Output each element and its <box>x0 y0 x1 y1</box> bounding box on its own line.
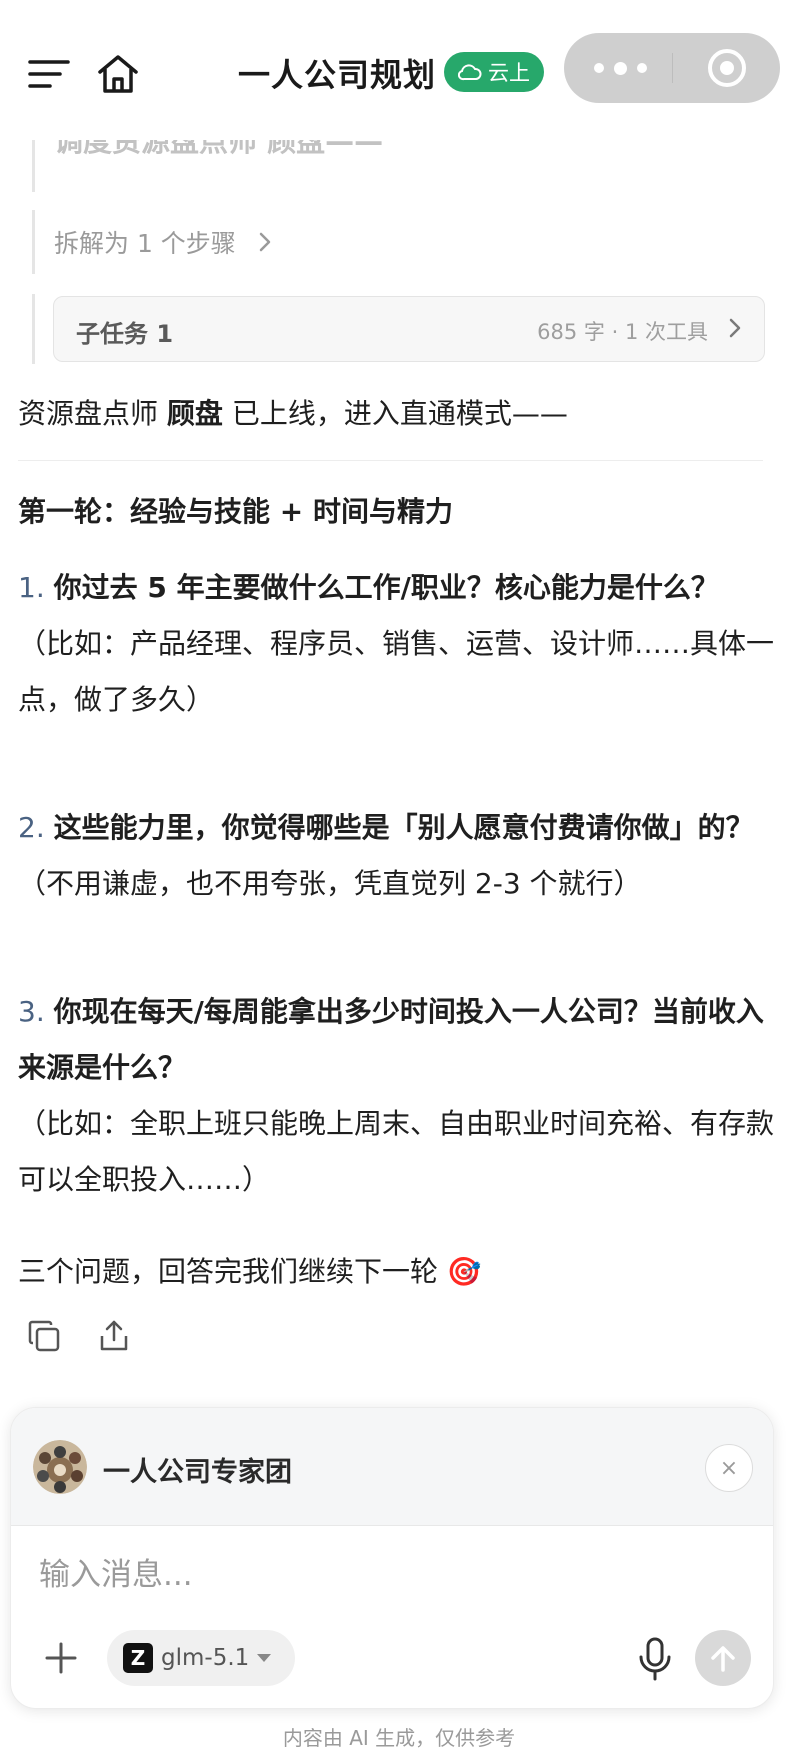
question-item: 1. 你过去 5 年主要做什么工作/职业？核心能力是什么？ （比如：产品经理、程… <box>18 560 778 728</box>
agent-name: 一人公司专家团 <box>103 1457 292 1488</box>
more-options-button[interactable] <box>594 55 660 81</box>
message-actions <box>26 1318 132 1354</box>
copy-icon[interactable] <box>26 1318 62 1354</box>
capsule-divider <box>672 53 673 83</box>
thread-line <box>32 294 35 364</box>
agent-avatar <box>33 1440 87 1494</box>
model-selector[interactable]: Z glm-5.1 <box>107 1630 295 1686</box>
question-item: 3. 你现在每天/每周能拿出多少时间投入一人公司？当前收入来源是什么？ （比如：… <box>18 984 778 1208</box>
chevron-down-icon <box>257 1654 272 1662</box>
question-title: 这些能力里，你觉得哪些是「别人愿意付费请你做」的？ <box>53 811 754 844</box>
thread-line <box>32 210 35 274</box>
model-name: glm-5.1 <box>161 1645 250 1671</box>
question-number: 3. <box>18 995 45 1028</box>
model-logo-icon: Z <box>123 1643 153 1673</box>
cloud-badge-label: 云上 <box>488 61 530 85</box>
steps-toggle[interactable]: 拆解为 1 个步骤 <box>54 224 272 260</box>
question-number: 1. <box>18 571 45 604</box>
intro-suffix: 已上线，进入直通模式—— <box>222 397 568 430</box>
cloud-status-badge: 云上 <box>444 52 544 92</box>
question-title: 你过去 5 年主要做什么工作/职业？核心能力是什么？ <box>53 571 719 604</box>
close-button[interactable]: × <box>705 1444 753 1492</box>
chevron-right-icon <box>729 318 741 338</box>
subtask-meta: 685 字 · 1 次工具 <box>537 320 708 344</box>
add-attachment-icon[interactable] <box>39 1636 83 1680</box>
microphone-icon[interactable] <box>635 1635 675 1683</box>
page-title: 一人公司规划 <box>238 56 437 94</box>
question-item: 2. 这些能力里，你觉得哪些是「别人愿意付费请你做」的？ （不用谦虚，也不用夸张… <box>18 800 778 912</box>
question-hint: （比如：产品经理、程序员、销售、运营、设计师……具体一点，做了多久） <box>18 627 775 716</box>
message-composer: 一人公司专家团 × Z glm-5.1 <box>10 1407 774 1709</box>
intro-prefix: 资源盘点师 <box>18 397 167 430</box>
intro-line: 资源盘点师 顾盘 已上线，进入直通模式—— <box>18 392 778 432</box>
close-icon: × <box>719 1455 739 1481</box>
question-hint: （比如：全职上班只能晚上周末、自由职业时间充裕、有存款可以全职投入……） <box>18 1107 775 1196</box>
agent-name-inline: 顾盘 <box>166 397 223 430</box>
message-input[interactable] <box>37 1544 741 1606</box>
more-dot-icon <box>594 63 604 73</box>
divider <box>18 460 763 461</box>
question-hint: （不用谦虚，也不用夸张，凭直觉列 2-3 个就行） <box>18 867 642 900</box>
steps-label: 拆解为 1 个步骤 <box>54 229 236 258</box>
question-number: 2. <box>18 811 45 844</box>
home-icon[interactable] <box>96 52 140 96</box>
close-miniprogram-icon[interactable] <box>706 47 748 89</box>
mini-program-capsule <box>564 33 780 103</box>
subtask-label: 子任务 1 <box>76 320 174 348</box>
cloud-icon <box>458 64 482 81</box>
send-button[interactable] <box>695 1630 751 1686</box>
more-dot-icon <box>614 61 627 75</box>
question-title: 你现在每天/每周能拿出多少时间投入一人公司？当前收入来源是什么？ <box>18 995 764 1084</box>
round-title: 第一轮：经验与技能 + 时间与精力 <box>18 495 453 528</box>
arrow-up-icon <box>711 1646 735 1672</box>
more-dot-icon <box>637 63 647 73</box>
chevron-right-icon <box>259 232 271 252</box>
top-bar: 一人公司规划 云上 <box>0 0 798 140</box>
subtask-card[interactable]: 子任务 1 685 字 · 1 次工具 <box>53 296 765 362</box>
menu-icon[interactable] <box>28 58 70 90</box>
agent-bar: 一人公司专家团 × <box>11 1408 773 1526</box>
share-icon[interactable] <box>96 1318 132 1354</box>
ai-disclaimer: 内容由 AI 生成，仅供参考 <box>282 1726 516 1750</box>
closing-line: 三个问题，回答完我们继续下一轮 🎯 <box>18 1255 482 1288</box>
